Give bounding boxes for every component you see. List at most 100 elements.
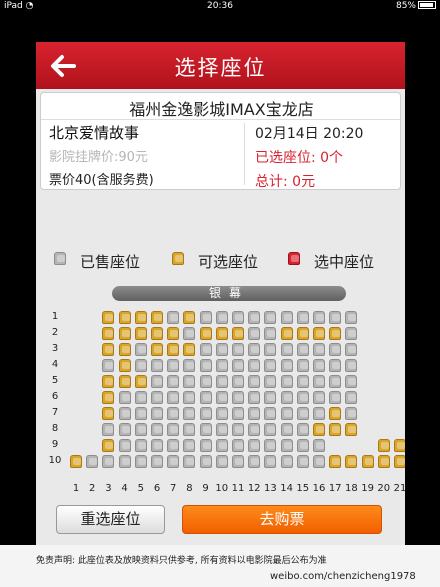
seat-available-r7-c3[interactable] [102,407,115,420]
seat-sold-r9-c4 [118,439,131,452]
seat-sold-r9-c15 [296,439,309,452]
seat-available-r1-c4[interactable] [118,311,131,324]
seat-available-r9-c3[interactable] [102,439,115,452]
seat-sold-r4-c17 [329,359,342,372]
seat-available-r1-c5[interactable] [134,311,147,324]
seat-sold-r6-c4 [118,391,131,404]
legend-selected-label: 选中座位 [314,253,375,271]
seat-sold-r7-c5 [134,407,147,420]
seat-available-r8-c18[interactable] [345,423,358,436]
seat-available-r2-c6[interactable] [151,327,163,340]
seat-sold-r4-c15 [296,359,309,372]
seat-available-r10-c21[interactable] [394,455,405,468]
seat-sold-r4-c16 [313,359,325,372]
seat-available-r2-c17[interactable] [329,327,342,340]
seat-available-r3-c3[interactable] [102,343,115,356]
seat-sold-r1-c14 [280,311,293,324]
seat-sold-r10-c2 [86,455,99,468]
cinema-name: 福州金逸影城IMAX宝龙店 [129,100,314,119]
seat-sold-r7-c15 [296,407,309,420]
seat-available-r10-c19[interactable] [361,455,374,468]
seat-available-r1-c6[interactable] [151,311,163,324]
seat-sold-r5-c10 [215,375,228,388]
seat-sold-r3-c18 [345,343,358,356]
seat-sold-r8-c8 [183,423,196,436]
seat-sold-r8-c14 [280,423,293,436]
column-label: 17 [328,483,342,494]
seat-available-r3-c6[interactable] [151,343,163,356]
seat-sold-r1-c10 [215,311,228,324]
seat-sold-r7-c11 [232,407,244,420]
column-label: 9 [202,483,209,494]
battery-indicator: 85% [396,1,436,11]
selected-seat-count: 已选座位: 0个 [255,150,344,166]
seat-available-r8-c16[interactable] [313,423,325,436]
seat-available-r9-c21[interactable] [394,439,405,452]
seat-available-r2-c10[interactable] [215,327,228,340]
column-label: 18 [345,483,358,494]
disclaimer-text: 免责声明: 此座位表及放映资料只供参考, 所有资料以电影院最后公布为准 [36,556,327,566]
seat-sold-r10-c10 [215,455,228,468]
seat-available-r3-c8[interactable] [183,343,196,356]
seat-available-r2-c3[interactable] [102,327,115,340]
column-label: 2 [89,483,96,494]
seat-available-r10-c1[interactable] [70,455,82,468]
seat-available-r2-c15[interactable] [296,327,309,340]
seat-sold-r9-c11 [232,439,244,452]
seat-sold-r4-c6 [151,359,163,372]
seat-available-r3-c7[interactable] [167,343,180,356]
seat-sold-r6-c13 [264,391,277,404]
seat-available-r10-c18[interactable] [345,455,358,468]
legend-available-label: 可选座位 [198,253,259,271]
seat-available-r6-c3[interactable] [102,391,115,404]
battery-icon [418,1,436,9]
seat-available-r5-c4[interactable] [118,375,131,388]
seat-available-r2-c5[interactable] [134,327,147,340]
buy-ticket-button[interactable]: 去购票 [182,505,382,534]
row-label: 4 [51,359,59,370]
reset-seats-button[interactable]: 重选座位 [56,505,165,534]
seat-sold-r10-c4 [118,455,131,468]
seat-available-r3-c4[interactable] [118,343,131,356]
total-price: 总计: 0元 [255,174,316,190]
seat-sold-r4-c11 [232,359,244,372]
seat-sold-r3-c12 [248,343,261,356]
seat-sold-r9-c8 [183,439,196,452]
seat-available-r4-c4[interactable] [118,359,131,372]
seat-sold-r4-c10 [215,359,228,372]
listed-price: 影院挂牌价:90元 [49,150,148,165]
seat-sold-r3-c15 [296,343,309,356]
status-time: 20:36 [207,1,233,11]
seat-available-r2-c4[interactable] [118,327,131,340]
seat-available-r10-c20[interactable] [377,455,390,468]
seat-sold-r10-c12 [248,455,261,468]
legend-sold-label: 已售座位 [80,253,141,271]
seat-sold-r4-c8 [183,359,196,372]
seat-sold-r10-c9 [199,455,212,468]
seat-sold-r4-c13 [264,359,277,372]
seat-sold-r8-c15 [296,423,309,436]
seat-available-r8-c17[interactable] [329,423,342,436]
seat-available-r1-c8[interactable] [183,311,196,324]
seat-sold-r3-c14 [280,343,293,356]
seat-sold-r1-c11 [232,311,244,324]
seat-sold-r5-c16 [313,375,325,388]
seat-sold-r5-c6 [151,375,163,388]
seat-available-r2-c11[interactable] [232,327,244,340]
seat-available-r2-c9[interactable] [199,327,212,340]
seat-available-r2-c16[interactable] [313,327,325,340]
selected-seat-icon [288,252,300,265]
seat-available-r5-c3[interactable] [102,375,115,388]
seat-available-r1-c3[interactable] [102,311,115,324]
seat-available-r9-c20[interactable] [377,439,390,452]
seat-sold-r6-c7 [167,391,180,404]
seat-sold-r5-c13 [264,375,277,388]
seat-available-r5-c5[interactable] [134,375,147,388]
seat-sold-r8-c13 [264,423,277,436]
seat-legend: 已售座位 可选座位 选中座位 [36,249,405,273]
seat-available-r2-c7[interactable] [167,327,180,340]
seat-sold-r6-c18 [345,391,358,404]
seat-available-r10-c17[interactable] [329,455,342,468]
seat-available-r7-c17[interactable] [329,407,342,420]
seat-available-r2-c14[interactable] [280,327,293,340]
